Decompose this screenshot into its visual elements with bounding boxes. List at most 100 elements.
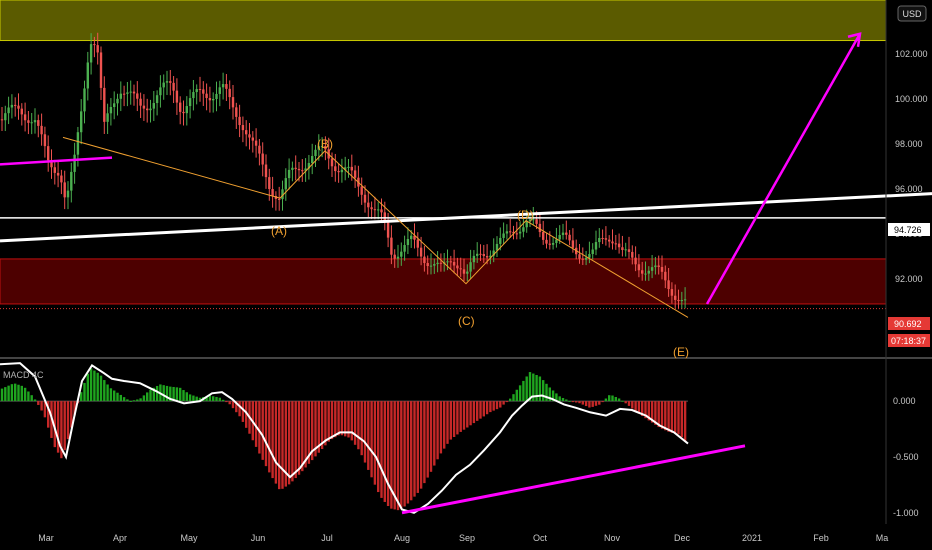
demand-zone	[0, 258, 887, 305]
macd-bar	[360, 401, 363, 456]
macd-bar	[89, 368, 93, 402]
candle-body	[631, 251, 634, 258]
last-price-label: 90.692	[894, 319, 922, 329]
candle-body	[205, 93, 208, 99]
macd-bar	[63, 401, 66, 451]
candle-body	[215, 93, 218, 99]
macd-bar	[515, 389, 518, 402]
candle-body	[113, 103, 116, 108]
candle-body	[340, 169, 344, 173]
macd-bar	[337, 401, 340, 436]
candle-body	[231, 97, 235, 108]
candle-body	[542, 232, 545, 240]
macd-bar	[215, 396, 218, 402]
macd-bar	[86, 373, 89, 402]
macd-bar	[456, 401, 459, 435]
candle-body	[664, 271, 667, 281]
macd-bar	[33, 399, 37, 402]
candle-body	[30, 122, 33, 124]
candle-body	[14, 104, 17, 106]
macd-bar	[512, 394, 515, 402]
macd-bar	[525, 376, 528, 402]
macd-bar	[571, 401, 575, 403]
candle-body	[433, 264, 436, 266]
candle-body	[555, 239, 558, 243]
candle-body	[254, 140, 258, 146]
candle-body	[660, 266, 664, 272]
candle-body	[426, 263, 429, 267]
candle-body	[502, 233, 505, 238]
candle-body	[245, 130, 248, 135]
candle-body	[396, 256, 400, 259]
macd-bar	[667, 401, 670, 432]
macd-bar	[23, 387, 27, 402]
macd-bar	[287, 401, 291, 485]
candle-body	[182, 111, 185, 114]
macd-bar	[419, 401, 423, 489]
macd-bar	[162, 385, 165, 402]
macd-bar	[327, 401, 330, 442]
candle-body	[139, 98, 142, 106]
candle-body	[159, 87, 162, 96]
candle-body	[644, 273, 647, 275]
candle-body	[670, 289, 674, 296]
candle-body	[40, 125, 43, 135]
candle-body	[377, 209, 380, 211]
candle-body	[83, 88, 86, 112]
candle-body	[584, 257, 588, 260]
macd-bar	[370, 401, 373, 478]
candle-body	[466, 271, 469, 274]
macd-bar	[344, 401, 347, 437]
macd-bar	[683, 401, 687, 442]
macd-bar	[674, 401, 677, 434]
candle-body	[598, 238, 601, 243]
candle-body	[73, 154, 76, 172]
macd-bar	[522, 380, 525, 402]
price-chart[interactable]: 102.000100.00098.00096.00094.00092.0000.…	[0, 0, 932, 550]
candle-body	[654, 265, 657, 268]
macd-bar	[83, 382, 86, 402]
wave-label-e: (E)	[673, 345, 689, 359]
candle-body	[261, 153, 264, 165]
candle-body	[122, 93, 126, 95]
candle-body	[680, 300, 683, 302]
macd-bar	[271, 401, 274, 479]
candle-body	[93, 44, 96, 46]
macd-bar	[594, 401, 598, 406]
macd-bar	[231, 401, 235, 409]
candle-body	[287, 169, 291, 179]
candle-body	[594, 242, 598, 250]
wave-label-d: (D)	[517, 208, 534, 222]
candle-body	[363, 194, 367, 203]
candle-body	[27, 120, 30, 123]
macd-bar	[99, 375, 103, 402]
candle-body	[624, 249, 627, 251]
macd-bar	[466, 401, 469, 428]
candle-body	[47, 146, 50, 161]
macd-bar	[188, 394, 192, 402]
candle-body	[0, 119, 4, 121]
macd-bar	[452, 401, 456, 438]
macd-bar	[581, 401, 584, 405]
candle-body	[476, 253, 479, 256]
countdown-label: 07:18:37	[891, 336, 926, 346]
macd-bar	[334, 401, 337, 438]
macd-bar	[20, 385, 23, 402]
candle-body	[683, 299, 687, 301]
macd-bar	[136, 399, 139, 402]
candle-body	[294, 167, 297, 169]
candle-body	[89, 44, 93, 63]
candle-body	[152, 103, 155, 109]
macd-bar	[340, 401, 344, 436]
candle-body	[334, 166, 337, 172]
macd-bar	[96, 372, 99, 402]
candle-body	[241, 125, 245, 131]
macd-bar	[301, 401, 304, 472]
macd-bar	[274, 401, 278, 484]
time-tick-label: Feb	[813, 533, 829, 543]
indicator-label[interactable]: MACD 4C	[3, 370, 44, 380]
macd-bar	[7, 385, 10, 402]
macd-bar	[545, 383, 548, 402]
macd-bar	[482, 401, 485, 417]
candle-body	[614, 243, 617, 245]
